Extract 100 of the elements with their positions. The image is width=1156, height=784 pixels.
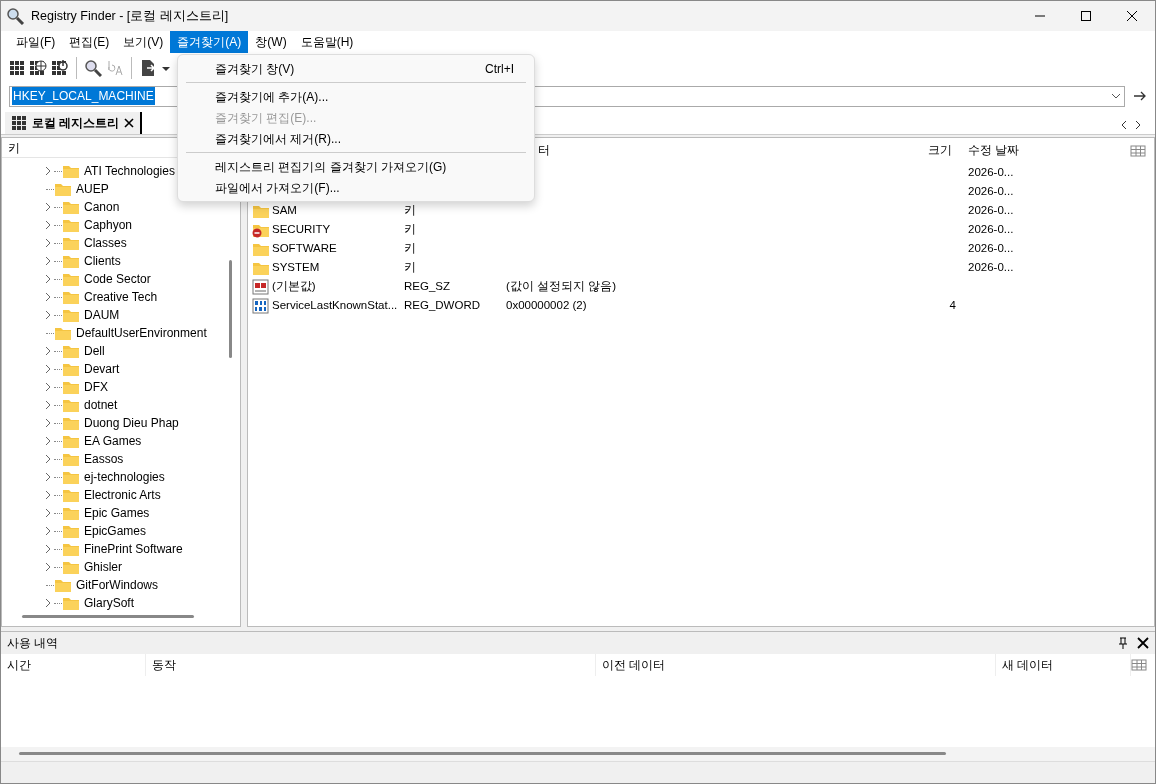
modified-date: 2026-0... bbox=[968, 241, 1014, 254]
value-type: 키 bbox=[404, 222, 416, 235]
tree-item[interactable]: EpicGames bbox=[2, 522, 240, 540]
column-header[interactable]: 수정 날짜 bbox=[968, 143, 1020, 156]
folder-icon bbox=[62, 343, 80, 359]
tree-item[interactable]: Ghisler bbox=[2, 558, 240, 576]
close-icon[interactable] bbox=[124, 118, 135, 128]
tree-item[interactable]: Code Sector bbox=[2, 270, 240, 288]
search-icon bbox=[5, 7, 27, 25]
window-title: Registry Finder - [로컬 레지스트리] bbox=[31, 7, 230, 25]
tree-item[interactable]: Epic Games bbox=[2, 504, 240, 522]
tree-item[interactable]: GitForWindows bbox=[2, 576, 240, 594]
tree-item[interactable]: DAUM bbox=[2, 306, 240, 324]
folder-icon bbox=[62, 469, 80, 485]
value-name[interactable]: ServiceLastKnownStat... bbox=[272, 296, 398, 315]
modified-date: 2026-0... bbox=[968, 260, 1014, 273]
value-data: (값이 설정되지 않음) bbox=[506, 279, 617, 292]
grid-power-icon[interactable] bbox=[51, 59, 69, 77]
scrollbar[interactable] bbox=[229, 260, 232, 358]
menu-item[interactable]: 파일(F) bbox=[9, 31, 63, 53]
scrollbar[interactable] bbox=[22, 615, 194, 618]
value-type: 키 bbox=[404, 203, 416, 216]
tree-item[interactable]: GlarySoft bbox=[2, 594, 240, 612]
pin-icon[interactable] bbox=[1117, 637, 1129, 649]
value-type: 키 bbox=[404, 241, 416, 254]
column-header[interactable]: 이전 데이터 bbox=[602, 656, 666, 674]
folder-icon bbox=[62, 541, 80, 557]
tree-item[interactable]: Classes bbox=[2, 234, 240, 252]
folder-icon bbox=[62, 253, 80, 269]
menu-item[interactable]: 즐겨찾기(A) bbox=[170, 31, 249, 53]
tree-item[interactable]: Duong Dieu Phap bbox=[2, 414, 240, 432]
value-name[interactable]: SECURITY bbox=[272, 220, 331, 239]
tab-left-icon[interactable] bbox=[1119, 120, 1129, 130]
text-value-icon bbox=[252, 278, 270, 295]
columns-icon[interactable] bbox=[1131, 659, 1147, 671]
tree-item[interactable]: Devart bbox=[2, 360, 240, 378]
tree-item[interactable]: Creative Tech bbox=[2, 288, 240, 306]
folder-icon bbox=[62, 505, 80, 521]
folder-icon bbox=[62, 271, 80, 287]
value-type: 키 bbox=[404, 260, 416, 273]
menu-item[interactable]: 레지스트리 편집기의 즐겨찾기 가져오기(G) bbox=[178, 156, 534, 177]
chevron-down-icon[interactable] bbox=[1110, 91, 1122, 101]
tab-right-icon[interactable] bbox=[1133, 120, 1143, 130]
folder-icon bbox=[54, 325, 72, 341]
grid-globe-icon[interactable] bbox=[29, 59, 47, 77]
tree-item[interactable]: DFX bbox=[2, 378, 240, 396]
folder-icon bbox=[62, 433, 80, 449]
tree-item[interactable]: Canon bbox=[2, 198, 240, 216]
folder-icon bbox=[62, 523, 80, 539]
folder-icon bbox=[54, 577, 72, 593]
panel-title: 사용 내역 bbox=[7, 635, 60, 652]
tree-item[interactable]: ej-technologies bbox=[2, 468, 240, 486]
menu-item[interactable]: 편집(E) bbox=[62, 31, 117, 53]
scrollbar[interactable] bbox=[19, 752, 946, 755]
value-data: 0x00000002 (2) bbox=[506, 298, 587, 311]
folder-icon bbox=[62, 397, 80, 413]
grid-icon bbox=[11, 114, 27, 132]
folder-icon bbox=[62, 199, 80, 215]
tree-item[interactable]: Clients bbox=[2, 252, 240, 270]
value-name[interactable]: SAM bbox=[272, 201, 297, 220]
column-header[interactable]: 크기 bbox=[928, 143, 956, 156]
column-header[interactable]: 새 데이터 bbox=[1002, 656, 1054, 674]
modified-date: 2026-0... bbox=[968, 165, 1014, 178]
menu-item[interactable]: 창(W) bbox=[248, 31, 294, 53]
tree-item[interactable]: Electronic Arts bbox=[2, 486, 240, 504]
value-name[interactable]: (기본값) bbox=[272, 277, 316, 296]
tree-item[interactable]: Eassos bbox=[2, 450, 240, 468]
folder-icon bbox=[62, 379, 80, 395]
menu-item[interactable]: 도움말(H) bbox=[293, 31, 361, 53]
value-name[interactable]: SYSTEM bbox=[272, 258, 320, 277]
column-header[interactable]: 시간 bbox=[7, 656, 31, 674]
folder-icon bbox=[62, 235, 80, 251]
columns-icon[interactable] bbox=[1130, 144, 1146, 157]
tree-item[interactable]: FinePrint Software bbox=[2, 540, 240, 558]
value-type: REG_SZ bbox=[404, 279, 450, 292]
folder-icon bbox=[54, 181, 72, 197]
folder-icon bbox=[62, 307, 80, 323]
close-icon[interactable] bbox=[1137, 637, 1149, 649]
folder-icon bbox=[62, 361, 80, 377]
tab[interactable]: 로컬 레지스트리 bbox=[5, 112, 143, 134]
tree-item[interactable]: Caphyon bbox=[2, 216, 240, 234]
search-icon[interactable] bbox=[84, 59, 102, 77]
tree-item[interactable]: dotnet bbox=[2, 396, 240, 414]
export-icon[interactable] bbox=[139, 59, 157, 77]
column-header[interactable]: 동작 bbox=[152, 656, 176, 674]
value-size: 4 bbox=[949, 298, 956, 311]
modified-date: 2026-0... bbox=[968, 203, 1014, 216]
folder-icon bbox=[62, 487, 80, 503]
tree-item[interactable]: EA Games bbox=[2, 432, 240, 450]
folder-icon bbox=[62, 559, 80, 575]
grid-icon[interactable] bbox=[9, 59, 25, 77]
menu-item[interactable]: 보기(V) bbox=[116, 31, 171, 53]
menu-item[interactable]: 즐겨찾기에 추가(A)... bbox=[178, 86, 534, 107]
menu-item[interactable]: 파일에서 가져오기(F)... bbox=[178, 177, 534, 198]
go-arrow-icon[interactable] bbox=[1133, 90, 1147, 102]
value-name[interactable]: SOFTWARE bbox=[272, 239, 337, 258]
tree-item[interactable]: Dell bbox=[2, 342, 240, 360]
tree-item[interactable]: DefaultUserEnvironment bbox=[2, 324, 240, 342]
column-header[interactable]: 터 bbox=[538, 143, 550, 156]
folder-icon bbox=[62, 217, 80, 233]
